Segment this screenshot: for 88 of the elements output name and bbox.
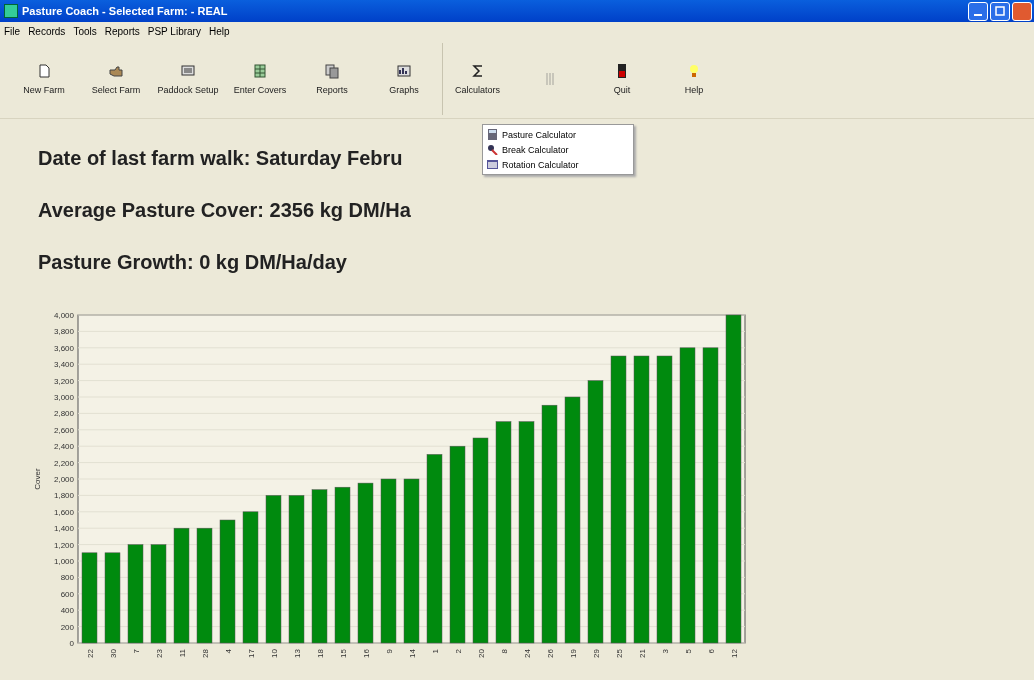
grid-icon <box>252 63 268 79</box>
toolbar-button[interactable]: Reports <box>298 59 366 99</box>
x-tick-label: 3 <box>660 649 670 654</box>
documents-icon <box>324 63 340 79</box>
toolbar-button[interactable]: Paddock Setup <box>154 59 222 99</box>
x-tick-label: 8 <box>499 649 509 654</box>
x-tick-label: 12 <box>729 649 739 658</box>
y-tick-label: 3,200 <box>53 376 74 386</box>
y-tick-label: 4,000 <box>53 311 74 320</box>
menu-item[interactable]: Records <box>28 25 66 37</box>
x-tick-label: 30 <box>108 649 118 658</box>
x-tick-label: 16 <box>361 649 371 658</box>
x-tick-label: 1 <box>430 649 440 654</box>
toolbar-button[interactable]: Help <box>660 59 728 99</box>
x-tick-label: 17 <box>246 649 256 658</box>
x-tick-label: 28 <box>200 649 210 658</box>
menu-item[interactable]: Help <box>208 25 230 37</box>
y-tick-label: 2,800 <box>53 409 74 419</box>
x-tick-label: 13 <box>292 649 302 658</box>
y-tick-label: 1,000 <box>53 557 74 566</box>
window-title: Pasture Coach - Selected Farm: - REAL <box>22 5 229 17</box>
toolbar-button[interactable]: Enter Covers <box>226 59 294 99</box>
maximize-icon <box>995 6 1005 16</box>
x-tick-label: 22 <box>85 649 95 658</box>
summary-text: Pasture Growth: 0 kg DM/Ha/day <box>38 251 347 275</box>
y-tick-label: 800 <box>60 573 74 583</box>
window-icon <box>487 159 498 170</box>
y-tick-label: 3,000 <box>53 393 74 402</box>
x-tick-label: 11 <box>177 649 187 658</box>
maximize-button[interactable] <box>990 1 1010 21</box>
menu-item[interactable]: Reports <box>104 25 140 37</box>
menu-item[interactable]: Rotation Calculator <box>483 157 633 172</box>
y-tick-label: 0 <box>69 639 74 648</box>
x-tick-label: 10 <box>269 649 279 658</box>
x-tick-label: 5 <box>683 649 693 654</box>
summary-text: Date of last farm walk: Saturday Febru <box>38 147 403 171</box>
y-tick-label: 2,200 <box>53 458 74 468</box>
x-tick-label: 26 <box>545 649 555 658</box>
x-tick-label: 23 <box>154 649 164 658</box>
x-tick-label: 7 <box>131 649 141 654</box>
x-tick-label: 18 <box>315 649 325 658</box>
y-tick-label: 200 <box>60 622 74 632</box>
x-tick-label: 19 <box>568 649 578 658</box>
menu-item[interactable]: File <box>4 25 21 37</box>
toolbar-button[interactable]: New Farm <box>10 59 78 99</box>
y-axis-label: Cover <box>33 468 42 490</box>
y-tick-label: 1,400 <box>53 524 74 534</box>
x-tick-label: 29 <box>591 649 601 658</box>
hand-icon <box>108 63 124 79</box>
chart-icon <box>396 63 412 79</box>
toolbar-button[interactable]: Select Farm <box>82 59 150 99</box>
x-tick-label: 6 <box>706 649 716 654</box>
y-tick-label: 1,600 <box>53 507 74 517</box>
x-tick-label: 9 <box>384 649 394 654</box>
y-tick-label: 600 <box>60 589 74 599</box>
x-tick-label: 25 <box>614 649 624 658</box>
x-tick-label: 14 <box>407 649 417 658</box>
y-tick-label: 3,800 <box>53 327 74 337</box>
x-tick-label: 15 <box>338 649 348 658</box>
y-tick-label: 1,800 <box>53 491 74 501</box>
calculator-icon <box>487 129 498 140</box>
y-tick-label: 2,400 <box>53 442 74 452</box>
app-icon <box>4 4 18 18</box>
menu-item[interactable]: Pasture Calculator <box>483 127 633 142</box>
y-tick-label: 400 <box>60 606 74 616</box>
x-tick-label: 20 <box>476 649 486 658</box>
summary-text: Average Pasture Cover: 2356 kg DM/Ha <box>38 199 411 223</box>
y-tick-label: 1,200 <box>53 540 74 550</box>
menu-item[interactable]: PSP Library <box>147 25 201 37</box>
close-button[interactable] <box>1012 1 1032 21</box>
y-tick-label: 3,600 <box>53 343 74 353</box>
x-tick-label: 21 <box>637 649 647 658</box>
toolbar-button[interactable]: Calculators <box>442 43 512 115</box>
minimize-icon <box>974 14 982 16</box>
minimize-button[interactable] <box>968 1 988 21</box>
x-tick-label: 4 <box>223 649 233 654</box>
toolbar-button[interactable]: Quit <box>588 59 656 99</box>
toolbar-button[interactable]: Graphs <box>370 59 438 99</box>
y-tick-label: 2,600 <box>53 425 74 435</box>
y-tick-label: 3,400 <box>53 360 74 370</box>
monitor-icon <box>180 63 196 79</box>
x-tick-label: 2 <box>453 649 463 654</box>
y-tick-label: 2,000 <box>53 475 74 484</box>
x-tick-label: 24 <box>522 649 532 658</box>
menu-item[interactable]: Tools <box>73 25 97 37</box>
page-icon <box>36 63 52 79</box>
menu-item[interactable]: Break Calculator <box>483 142 633 157</box>
tools-icon <box>487 144 498 155</box>
